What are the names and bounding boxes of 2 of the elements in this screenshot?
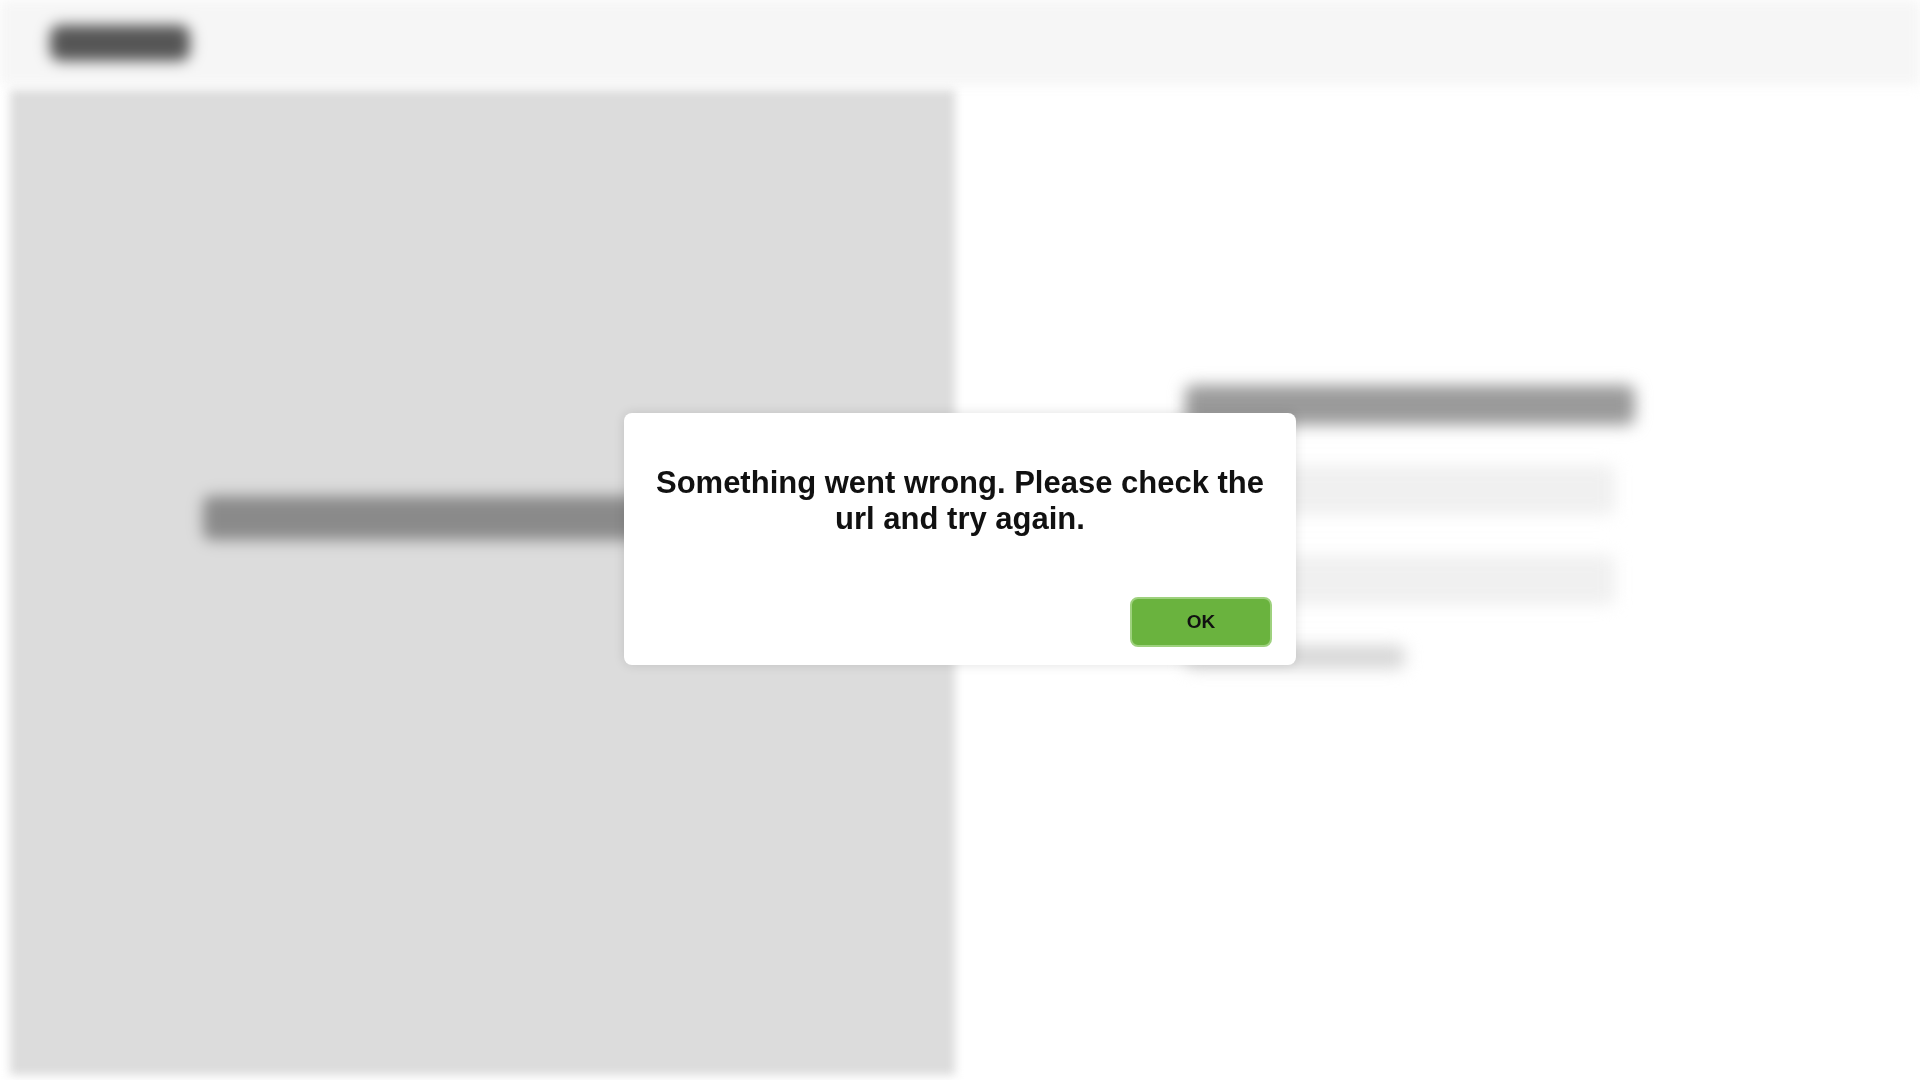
ok-button[interactable]: OK — [1130, 597, 1272, 647]
error-message: Something went wrong. Please check the url and try again. — [654, 465, 1266, 537]
